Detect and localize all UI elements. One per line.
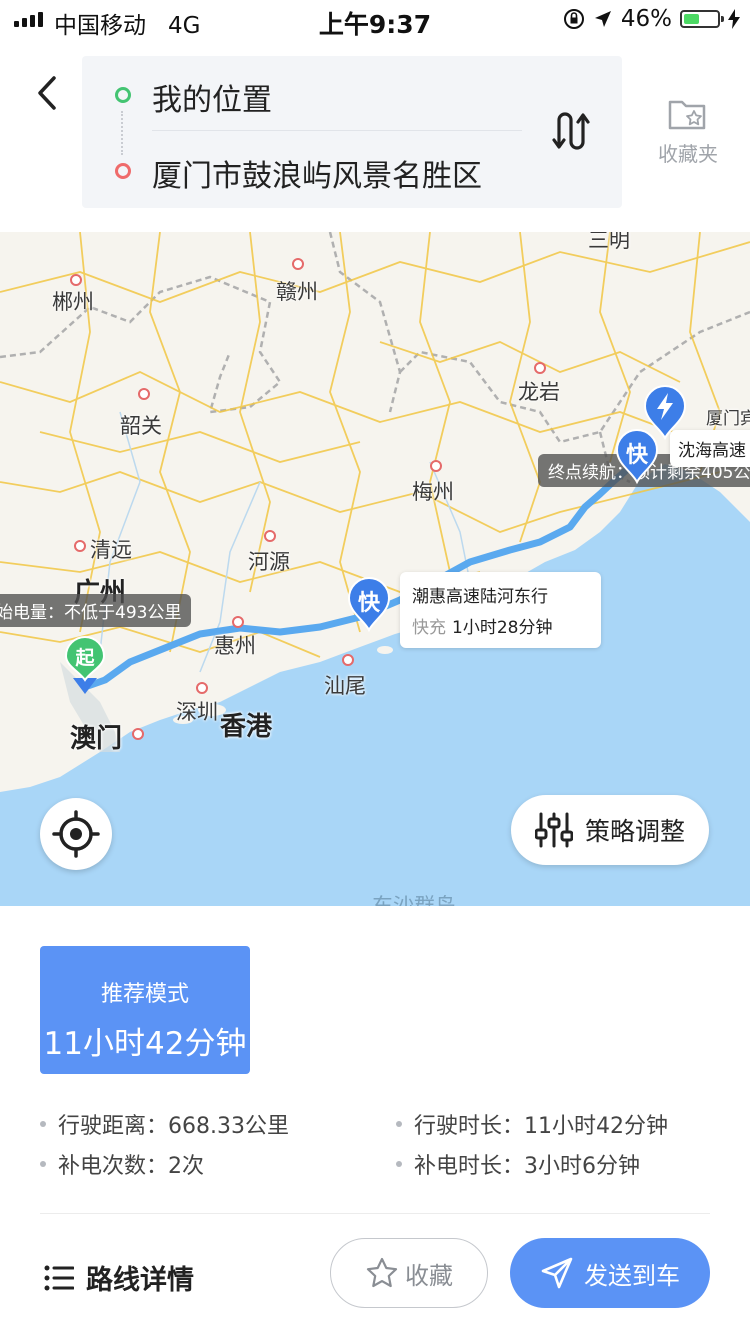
city-dot [342,654,354,666]
city-label: 东沙群岛 [372,894,456,906]
city-dot [132,728,144,740]
route-input-box: 我的位置 厦门市鼓浪屿风景名胜区 [82,56,622,208]
charge-stop-name: 潮惠高速陆河东行 [412,587,548,607]
favorites-button[interactable]: 收藏夹 [648,96,728,167]
city-dot [70,274,82,286]
city-label-major: 澳门 [70,724,123,754]
city-label: 三明 [588,232,630,252]
city-dot [292,258,304,270]
collect-button[interactable]: 收藏 [330,1238,488,1308]
destination-field[interactable]: 厦门市鼓浪屿风景名胜区 [152,151,482,195]
recommended-mode-card[interactable]: 推荐模式 11小时42分钟 [40,946,250,1074]
list-icon [44,1265,74,1290]
city-label-major: 香港 [220,712,273,742]
battery-percent: 46% [620,6,672,32]
stat-distance-text: 行驶距离：668.33公里 [58,1114,289,1139]
city-label: 惠州 [214,634,256,658]
field-divider [152,130,522,131]
send-arrow-icon [541,1257,573,1289]
start-range-pill: 始电量：不低于493公里 [0,594,192,627]
destination-label: 厦门宾 [706,409,750,429]
mode-total-time: 11小时42分钟 [43,1026,247,1062]
start-marker[interactable]: 起 [62,636,108,694]
status-bar: 中国移动 4G 上午9:37 46% [0,0,750,40]
city-label: 清远 [90,538,132,562]
stat-distance: 行驶距离：668.33公里 [40,1108,289,1140]
city-dot [232,616,244,628]
route-connector [121,111,123,155]
bullet-icon [40,1161,46,1167]
destination-charger-marker[interactable] [642,384,688,441]
city-dot [264,530,276,542]
route-map[interactable]: 郴州 赣州 三明 韶关 龙岩 梅州 清远 河源 广州 惠州 汕尾 深圳 香港 澳… [0,232,750,906]
stat-charge-count: 补电次数：2次 [40,1148,204,1180]
start-badge: 起 [75,647,95,669]
start-dot-icon [115,87,131,103]
city-dot [138,388,150,400]
stat-drive-time: 行驶时长：11小时42分钟 [396,1108,668,1140]
city-dot [534,362,546,374]
city-label: 河源 [248,550,290,574]
charge-type: 快充 [412,618,446,638]
crosshair-icon [52,810,100,858]
city-label: 郴州 [52,290,94,314]
swap-route-button[interactable] [552,108,592,154]
swap-icon [552,112,590,150]
chevron-left-icon [38,76,56,110]
star-outline-icon [366,1257,398,1288]
charging-bolt-icon [728,9,740,29]
orientation-lock-icon [563,9,584,29]
strategy-adjust-button[interactable]: 策略调整 [511,795,709,865]
collect-label: 收藏 [405,1261,453,1290]
city-dot [196,682,208,694]
stat-drive-time-text: 行驶时长：11小时42分钟 [414,1114,668,1139]
city-label: 韶关 [120,414,162,438]
fast-charge-badge: 快 [625,443,648,468]
charge-stop-name-2: 沈海高速 [678,441,746,461]
bullet-icon [396,1121,402,1127]
strategy-label: 策略调整 [584,817,685,846]
send-to-car-button[interactable]: 发送到车 [510,1238,710,1308]
charge-duration: 1小时28分钟 [452,618,553,638]
route-detail-button[interactable]: 路线详情 [44,1258,194,1297]
bullet-icon [396,1161,402,1167]
battery-icon [680,10,724,28]
stat-charge-time-text: 补电时长：3小时6分钟 [414,1154,640,1179]
stat-charge-count-text: 补电次数：2次 [58,1154,204,1179]
folder-star-icon [668,100,706,130]
send-to-car-label: 发送到车 [584,1261,680,1290]
lightning-pin-icon [643,385,687,441]
origin-field[interactable]: 我的位置 [152,75,272,119]
charge-stop-card[interactable]: 潮惠高速陆河东行 快充 1小时28分钟 [400,572,601,648]
city-dot [74,540,86,552]
back-button[interactable] [30,70,70,118]
sliders-icon [534,812,573,848]
city-label: 龙岩 [518,380,560,404]
mode-name: 推荐模式 [100,982,189,1007]
favorites-label: 收藏夹 [658,142,718,166]
stat-charge-time: 补电时长：3小时6分钟 [396,1148,640,1180]
section-divider [40,1213,710,1214]
city-label: 梅州 [412,480,454,504]
bullet-icon [40,1121,46,1127]
route-detail-label: 路线详情 [86,1265,194,1296]
end-dot-icon [115,163,131,179]
city-label: 汕尾 [324,674,366,698]
city-label: 深圳 [176,700,218,724]
fast-charge-badge: 快 [357,591,380,616]
city-dot [430,460,442,472]
locate-me-button[interactable] [40,798,112,870]
status-right: 46% [563,6,740,32]
city-label: 赣州 [276,280,318,304]
charge-stop-marker[interactable]: 快 [346,576,392,633]
location-arrow-icon [594,11,611,27]
